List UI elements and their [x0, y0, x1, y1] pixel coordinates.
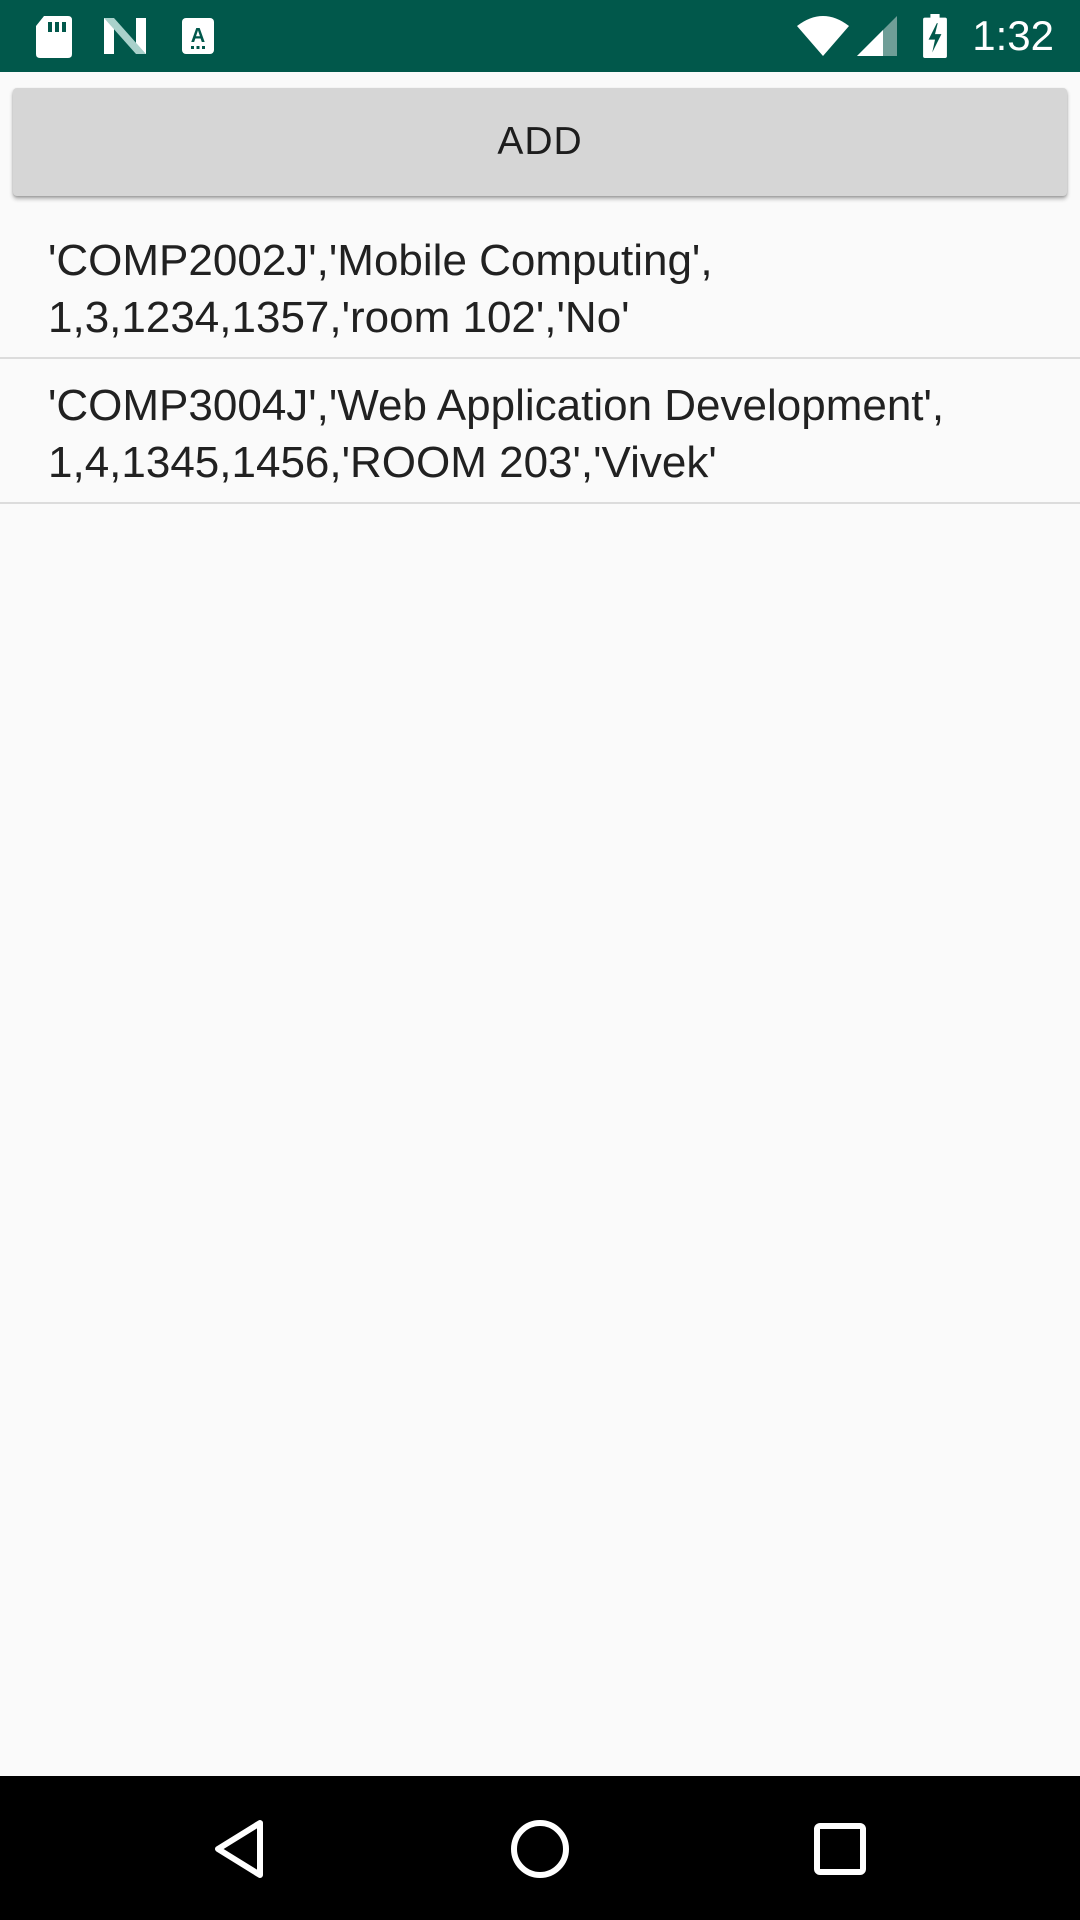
battery-charging-icon	[923, 14, 947, 58]
signal-icon	[857, 16, 897, 56]
back-button[interactable]	[190, 1804, 290, 1894]
recents-icon	[814, 1823, 866, 1875]
list-item[interactable]: 'COMP2002J','Mobile Computing', 1,3,1234…	[0, 214, 1080, 359]
app-screen: A 1:32 ADD 'COMP2002J','Mobile Computing…	[0, 0, 1080, 1920]
course-text: 'COMP3004J','Web Application Development…	[48, 381, 945, 487]
wifi-icon	[797, 16, 849, 56]
add-button[interactable]: ADD	[13, 88, 1067, 196]
svg-text:A: A	[191, 25, 205, 47]
status-time: 1:32	[972, 12, 1054, 59]
back-icon	[215, 1820, 263, 1878]
home-button[interactable]	[490, 1804, 590, 1894]
n-logo-icon	[104, 18, 146, 54]
course-text: 'COMP2002J','Mobile Computing', 1,3,1234…	[48, 236, 713, 342]
status-bar: A 1:32	[0, 0, 1080, 72]
a-text-icon: A	[182, 18, 214, 54]
course-list: 'COMP2002J','Mobile Computing', 1,3,1234…	[0, 214, 1080, 504]
recents-button[interactable]	[790, 1804, 890, 1894]
sd-card-icon	[36, 16, 72, 58]
navigation-bar	[0, 1776, 1080, 1920]
home-icon	[511, 1820, 569, 1878]
list-item[interactable]: 'COMP3004J','Web Application Development…	[0, 359, 1080, 504]
